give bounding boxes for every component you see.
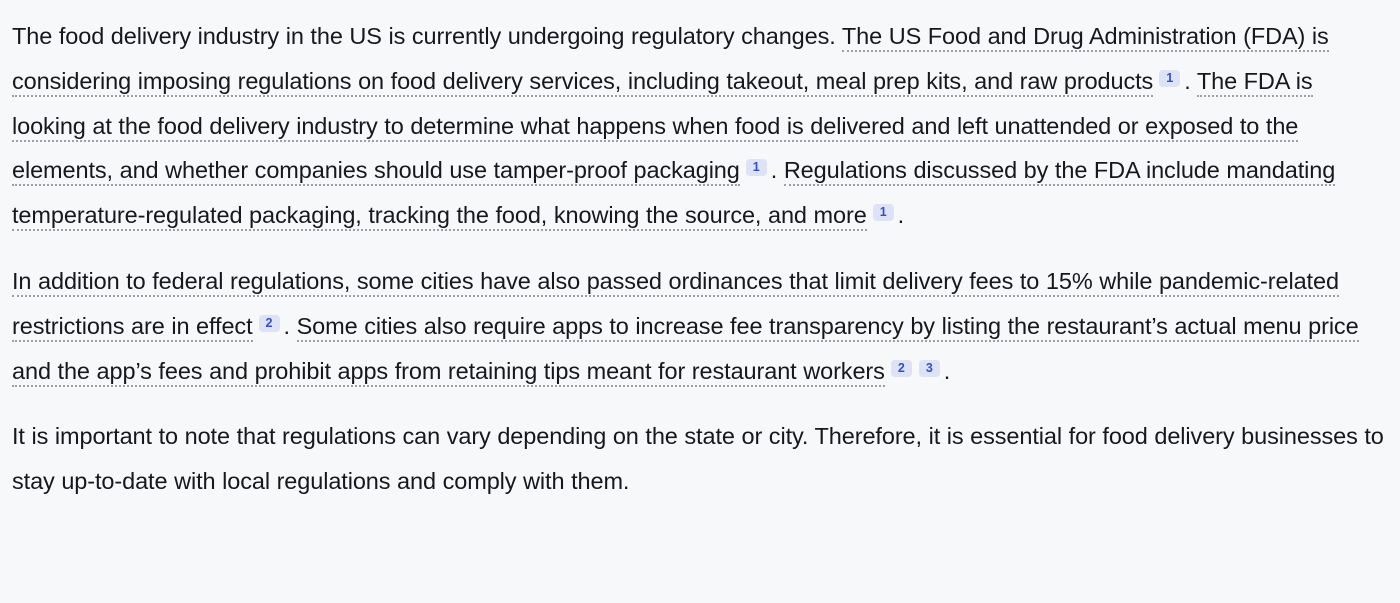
plain-text-span: .: [1184, 67, 1197, 94]
answer-paragraph: In addition to federal regulations, some…: [12, 259, 1386, 393]
plain-text-span: It is important to note that regulations…: [12, 423, 1384, 495]
plain-text-span: .: [943, 357, 951, 384]
citation-badge[interactable]: 2: [258, 314, 280, 332]
answer-paragraph: It is important to note that regulations…: [12, 414, 1386, 504]
citation-badge[interactable]: 1: [1159, 69, 1181, 87]
citation-badge[interactable]: 1: [745, 159, 767, 177]
plain-text-span: .: [283, 312, 297, 339]
answer-paragraph-list: The food delivery industry in the US is …: [12, 14, 1386, 504]
plain-text-span: The food delivery industry in the US is …: [12, 23, 842, 49]
answer-paragraph: The food delivery industry in the US is …: [12, 14, 1386, 238]
citation-badge[interactable]: 1: [872, 204, 894, 222]
answer-body: The food delivery industry in the US is …: [0, 0, 1400, 603]
citation-badge[interactable]: 2: [890, 359, 912, 377]
plain-text-span: .: [897, 202, 905, 229]
plain-text-span: .: [770, 157, 784, 184]
citation-badge[interactable]: 3: [918, 359, 940, 377]
